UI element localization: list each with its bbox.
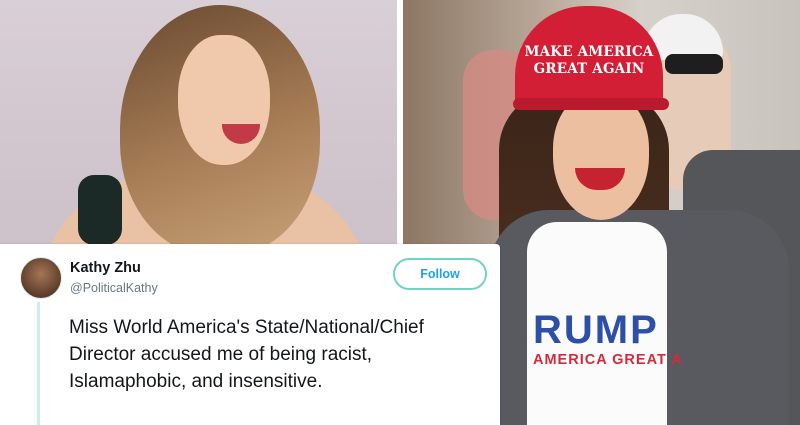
thread-line xyxy=(37,302,40,425)
author-name[interactable]: Kathy Zhu xyxy=(70,260,141,276)
dress-strap xyxy=(78,175,122,245)
face xyxy=(553,92,649,220)
author-handle[interactable]: @PoliticalKathy xyxy=(70,281,158,295)
shirt-print-large: RUMP xyxy=(533,308,659,352)
face xyxy=(178,35,270,165)
shirt-print-small: AMERICA GREAT A xyxy=(533,352,683,368)
cap-slogan: MAKE AMERICA GREAT AGAIN xyxy=(524,44,653,78)
follow-button[interactable]: Follow xyxy=(393,258,487,290)
cap-line-1: MAKE AMERICA xyxy=(524,44,654,60)
red-cap: MAKE AMERICA GREAT AGAIN xyxy=(515,6,663,110)
tweet-card: Kathy Zhu @PoliticalKathy Follow Miss Wo… xyxy=(0,244,500,425)
sunglasses xyxy=(665,54,723,74)
avatar[interactable] xyxy=(20,257,62,299)
cap-brim xyxy=(513,98,669,110)
tweet-text: Miss World America's State/National/Chie… xyxy=(69,317,424,392)
cap-line-2: GREAT AGAIN xyxy=(533,61,645,77)
